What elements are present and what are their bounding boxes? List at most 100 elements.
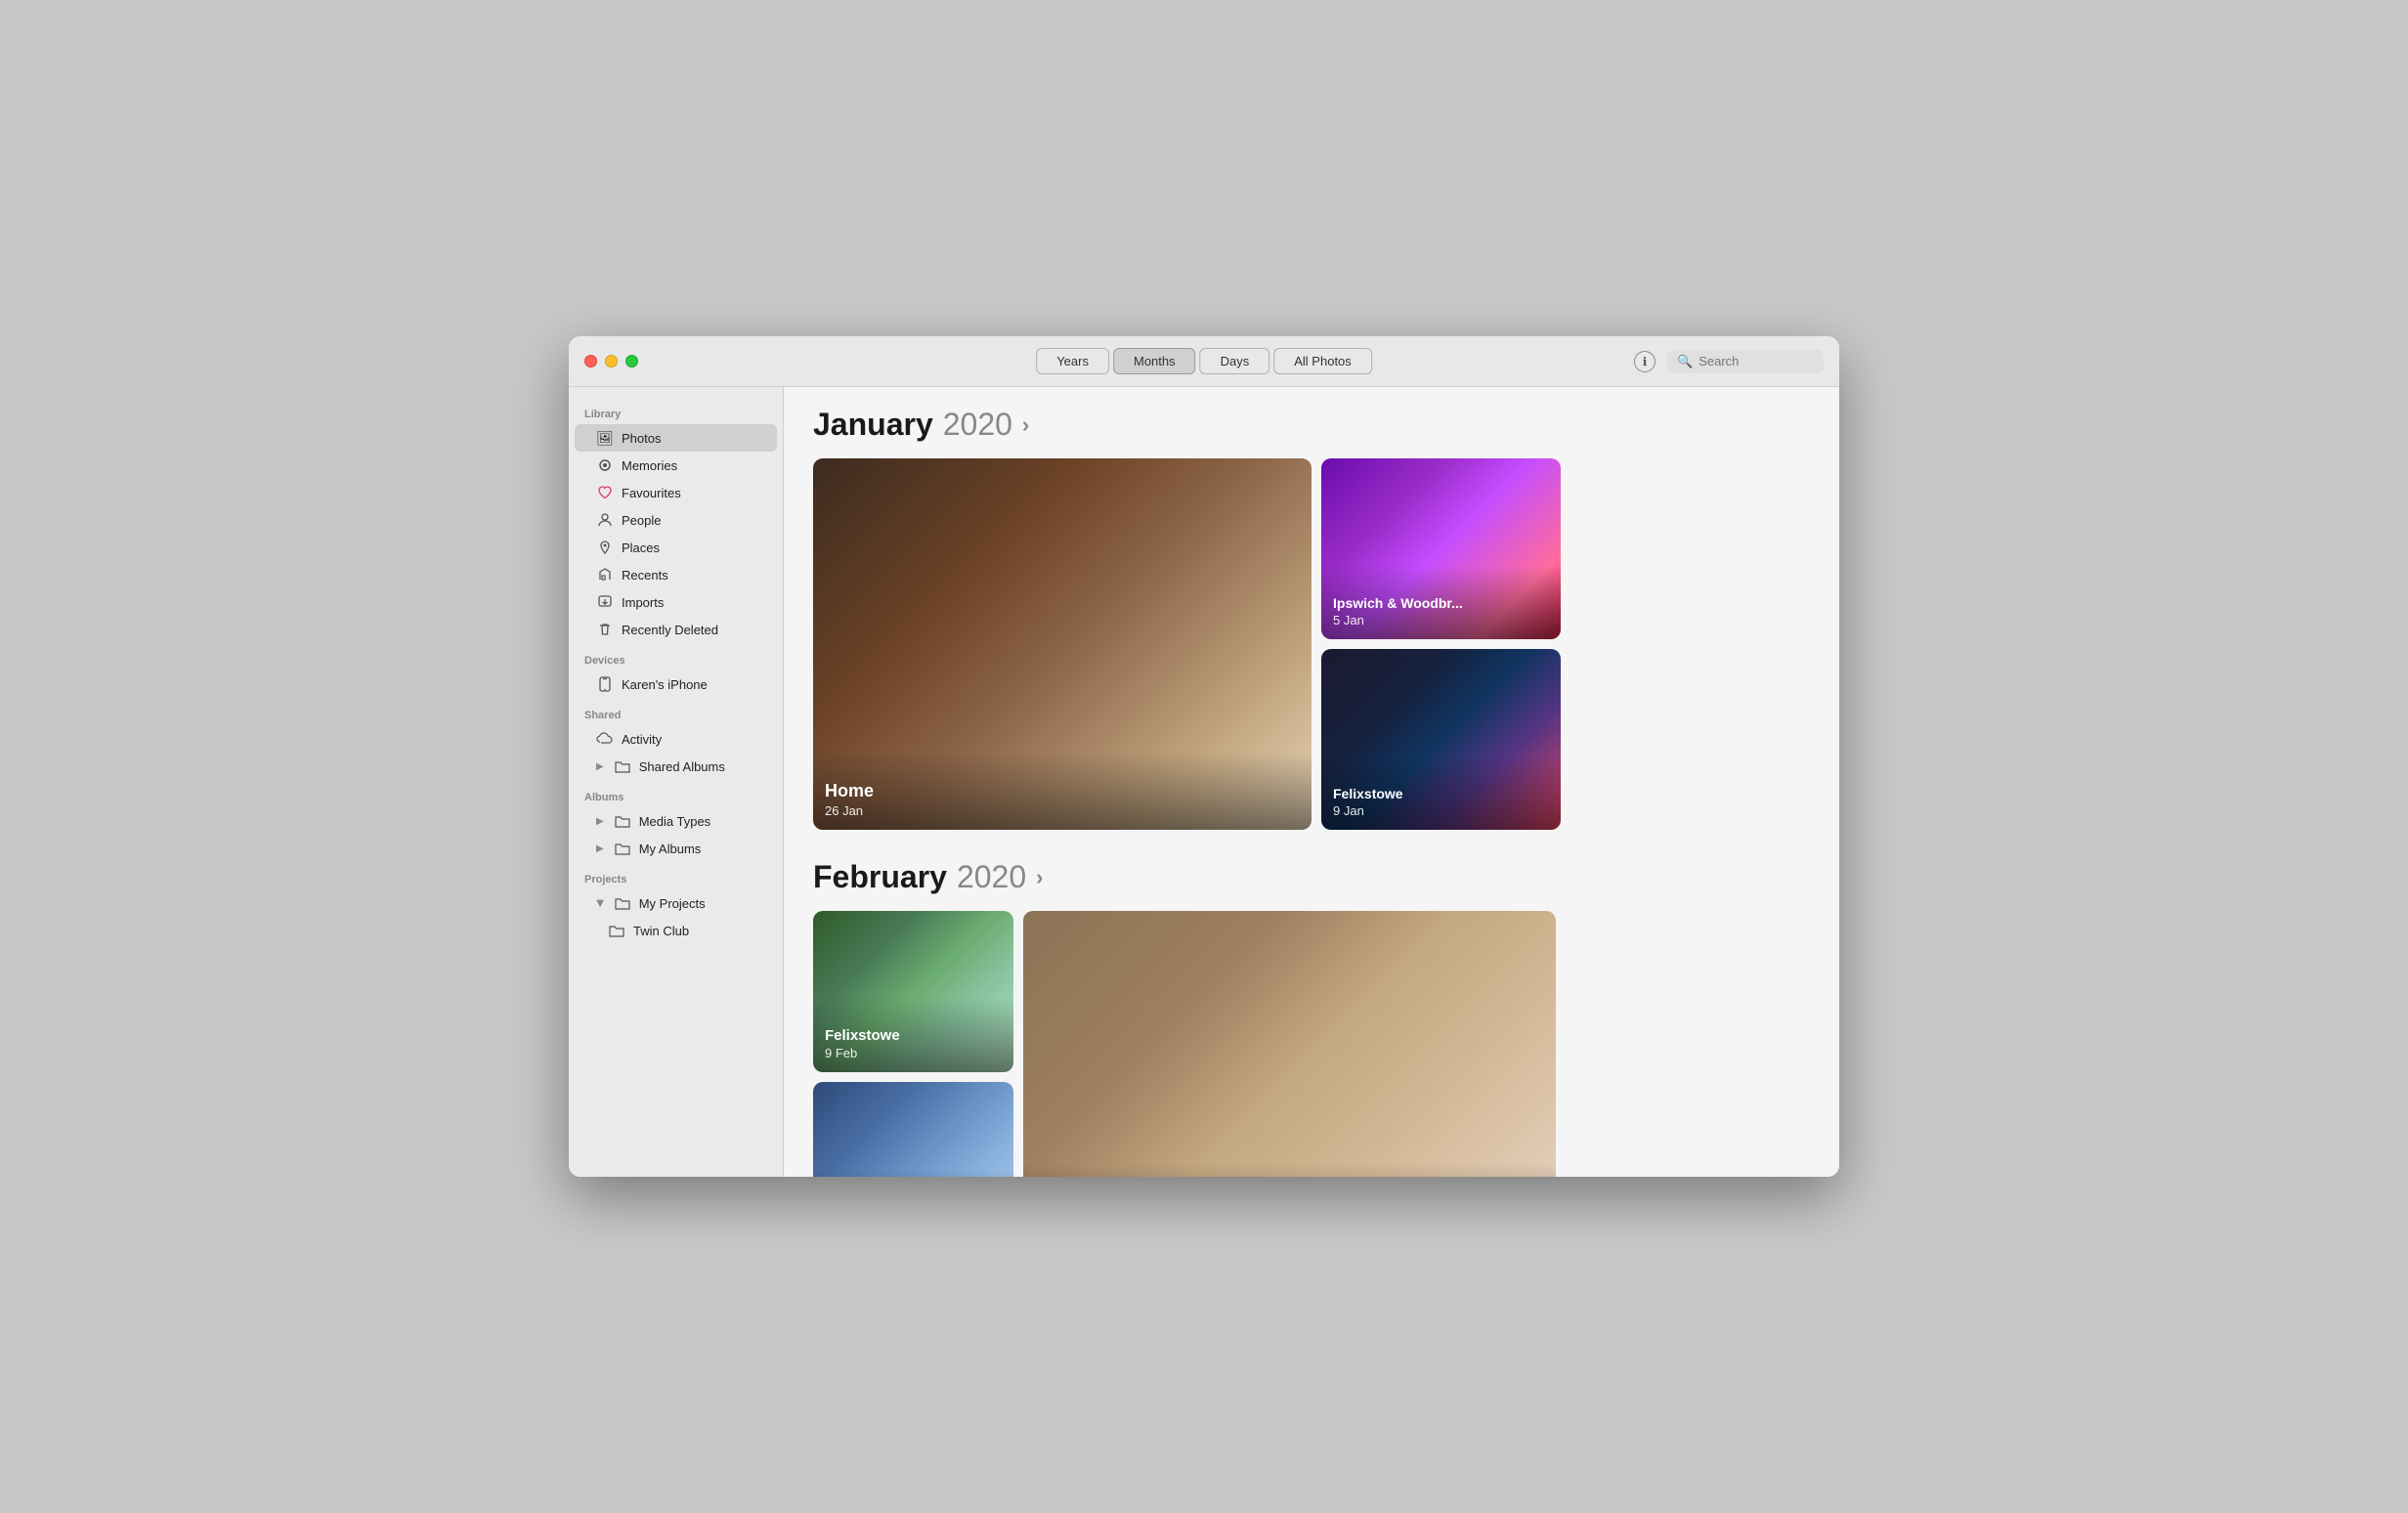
card-title: Felixstowe	[825, 1027, 1002, 1044]
sidebar-item-activity[interactable]: Activity	[575, 725, 777, 753]
albums-section-title: Albums	[569, 780, 783, 807]
folder-icon	[614, 894, 631, 912]
recents-icon	[596, 566, 614, 584]
search-box: 🔍	[1667, 350, 1824, 373]
chevron-right-icon: ›	[1036, 865, 1043, 890]
maximize-button[interactable]	[625, 355, 638, 367]
sidebar-item-label: Media Types	[639, 814, 710, 829]
cloud-icon	[596, 730, 614, 748]
tab-months[interactable]: Months	[1113, 348, 1196, 374]
folder-icon	[608, 922, 625, 939]
photo-card-home-ipswich[interactable]: Home & Ipswich 10 Feb •••	[813, 1082, 1013, 1177]
photo-card-felixstowe-feb[interactable]: Felixstowe 9 Feb •••	[813, 911, 1013, 1072]
search-icon: 🔍	[1677, 354, 1693, 369]
sidebar-item-shared-albums[interactable]: ▶ Shared Albums	[575, 753, 777, 780]
sidebar-item-label: Karen's iPhone	[622, 677, 708, 692]
sidebar-item-favourites[interactable]: Favourites	[575, 479, 777, 506]
chevron-icon: ▶	[596, 816, 604, 827]
sidebar-item-karens-iphone[interactable]: Karen's iPhone	[575, 670, 777, 698]
photo-card-ipswich[interactable]: Ipswich & Woodbr... 5 Jan •••	[1321, 458, 1561, 639]
view-tabs: Years Months Days All Photos	[1036, 348, 1372, 374]
iphone-icon	[596, 675, 614, 693]
minimize-button[interactable]	[605, 355, 618, 367]
year-label: 2020	[957, 859, 1026, 895]
sidebar-item-label: Places	[622, 540, 660, 555]
sidebar-item-recently-deleted[interactable]: Recently Deleted	[575, 616, 777, 643]
sidebar-item-label: Recents	[622, 568, 668, 583]
left-column-february: Felixstowe 9 Feb ••• Home & Ipswich 10 F…	[813, 911, 1013, 1177]
card-date: 5 Jan	[1333, 613, 1549, 627]
tab-years[interactable]: Years	[1036, 348, 1109, 374]
card-label: Woodbridge - Ash Wednesday Wednesday	[1023, 1163, 1556, 1177]
card-label: Home & Ipswich 10 Feb	[813, 1169, 1013, 1177]
search-input[interactable]	[1698, 354, 1814, 368]
chevron-down-icon: ▶	[594, 899, 605, 907]
projects-section-title: Projects	[569, 862, 783, 889]
card-date: 9 Feb	[825, 1046, 1002, 1060]
sidebar-item-twin-club[interactable]: Twin Club	[575, 917, 777, 944]
sidebar-item-label: People	[622, 513, 661, 528]
content-area: January 2020 › Home 26 Jan •••	[784, 387, 1839, 1177]
titlebar-right: ℹ 🔍	[1634, 350, 1824, 373]
photo-card-woodbridge[interactable]: Woodbridge - Ash Wednesday Wednesday •••	[1023, 911, 1556, 1177]
card-label: Ipswich & Woodbr... 5 Jan	[1321, 566, 1561, 639]
sidebar-item-label: Photos	[622, 431, 661, 446]
month-header-january[interactable]: January 2020 ›	[813, 407, 1810, 443]
tab-days[interactable]: Days	[1200, 348, 1270, 374]
sidebar-item-label: Imports	[622, 595, 664, 610]
sidebar-item-people[interactable]: People	[575, 506, 777, 534]
chevron-icon: ▶	[596, 843, 604, 854]
month-section-february: February 2020 › Felixstowe 9 Feb •••	[813, 859, 1810, 1177]
sidebar-item-memories[interactable]: Memories	[575, 452, 777, 479]
year-label: 2020	[943, 407, 1012, 443]
info-button[interactable]: ℹ	[1634, 351, 1656, 372]
sidebar-item-my-albums[interactable]: ▶ My Albums	[575, 835, 777, 862]
folder-icon	[614, 757, 631, 775]
sidebar-item-photos[interactable]: 🖼 Photos	[575, 424, 777, 452]
sidebar-item-label: Recently Deleted	[622, 623, 718, 637]
shared-section-title: Shared	[569, 698, 783, 725]
sidebar-item-label: My Albums	[639, 842, 702, 856]
photo-card-home-jan[interactable]: Home 26 Jan •••	[813, 458, 1312, 830]
sidebar-item-label: Shared Albums	[639, 759, 725, 774]
devices-section-title: Devices	[569, 643, 783, 670]
chevron-right-icon: ›	[1022, 412, 1029, 438]
main-content: Library 🖼 Photos Memories Favourites	[569, 387, 1839, 1177]
card-title: Home	[825, 781, 1300, 801]
folder-icon	[614, 812, 631, 830]
card-date: 9 Jan	[1333, 803, 1549, 818]
memories-icon	[596, 456, 614, 474]
titlebar: Years Months Days All Photos ℹ 🔍	[569, 336, 1839, 387]
sidebar-item-recents[interactable]: Recents	[575, 561, 777, 588]
traffic-lights	[584, 355, 638, 367]
sidebar-item-imports[interactable]: Imports	[575, 588, 777, 616]
folder-icon	[614, 840, 631, 857]
photo-grid-february: Felixstowe 9 Feb ••• Home & Ipswich 10 F…	[813, 911, 1810, 1177]
sidebar-item-media-types[interactable]: ▶ Media Types	[575, 807, 777, 835]
month-header-february[interactable]: February 2020 ›	[813, 859, 1810, 895]
photo-card-felixstowe-jan[interactable]: Felixstowe 9 Jan •••	[1321, 649, 1561, 830]
month-section-january: January 2020 › Home 26 Jan •••	[813, 407, 1810, 830]
imports-icon	[596, 593, 614, 611]
people-icon	[596, 511, 614, 529]
sidebar-item-label: Memories	[622, 458, 677, 473]
card-label: Felixstowe 9 Jan	[1321, 756, 1561, 830]
card-title: Ipswich & Woodbr...	[1333, 595, 1549, 611]
sidebar: Library 🖼 Photos Memories Favourites	[569, 387, 784, 1177]
library-section-title: Library	[569, 397, 783, 424]
photos-icon: 🖼	[596, 429, 614, 447]
sidebar-item-label: Favourites	[622, 486, 681, 500]
card-label: Felixstowe 9 Feb	[813, 998, 1013, 1072]
close-button[interactable]	[584, 355, 597, 367]
right-column-january: Ipswich & Woodbr... 5 Jan ••• Felixstowe…	[1321, 458, 1561, 830]
trash-icon	[596, 621, 614, 638]
month-name: January	[813, 407, 933, 443]
tab-all-photos[interactable]: All Photos	[1273, 348, 1372, 374]
places-icon	[596, 539, 614, 556]
month-name: February	[813, 859, 947, 895]
sidebar-item-my-projects[interactable]: ▶ My Projects	[575, 889, 777, 917]
sidebar-item-places[interactable]: Places	[575, 534, 777, 561]
card-label: Home 26 Jan	[813, 752, 1312, 830]
sidebar-item-label: Twin Club	[633, 924, 689, 938]
heart-icon	[596, 484, 614, 501]
